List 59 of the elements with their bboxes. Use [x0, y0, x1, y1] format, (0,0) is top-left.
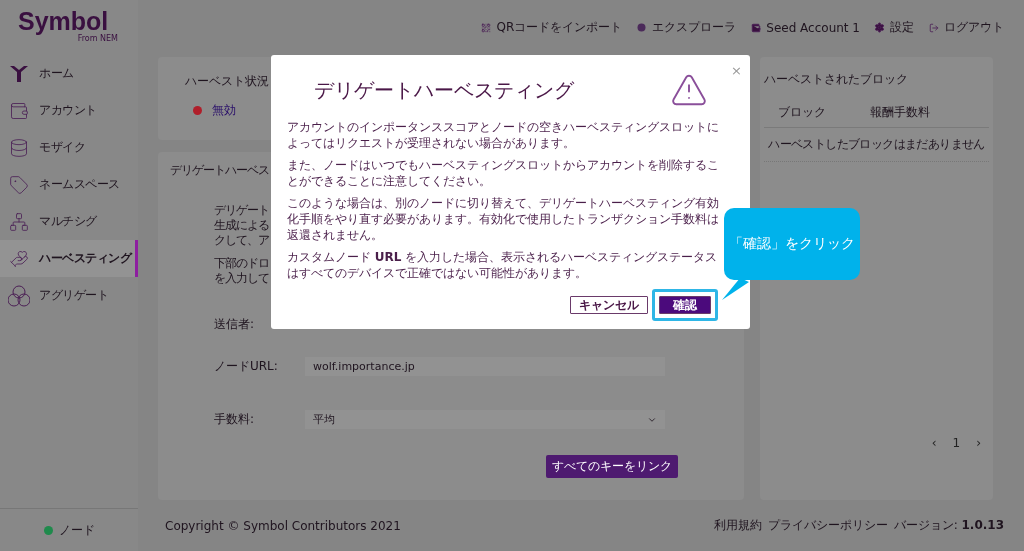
field-label: 手数料: [214, 411, 256, 428]
description-text: 下部のドロ [214, 256, 269, 271]
settings-icon [874, 22, 885, 33]
callout-pointer [720, 278, 750, 302]
qr-code-icon [480, 22, 492, 33]
copyright-text: Copyright © Symbol Contributors 2021 [165, 518, 401, 533]
sidebar-item[interactable]: アカウント [0, 92, 138, 129]
tag-icon [8, 173, 30, 196]
dialog-text: カスタムノード URL を入力した場合、表示されるハーベスティングステータスはすべてのデバイスで正確ではない可能性があります。 [287, 249, 719, 281]
confirm-button[interactable]: 確認 [659, 296, 711, 314]
logo-wordmark: Symbol [18, 8, 109, 34]
coin-stack-icon [8, 136, 30, 159]
header-link[interactable]: 設定 [874, 19, 914, 36]
dialog-text: アカウントのインポータンススコアとノードの空きハーベスティングスロットによってはリクエストが受理されない場合があります。 [287, 119, 720, 151]
field-label: ノードURL: [214, 358, 279, 375]
column-header: ブロック [778, 104, 827, 121]
close-button[interactable]: × [731, 63, 742, 78]
description-text: クして、ア [214, 233, 269, 248]
next-page-button[interactable]: › [976, 436, 981, 450]
circle-icon [636, 22, 648, 33]
header-link[interactable]: ログアウト [928, 19, 1004, 36]
sidebar-item[interactable]: ハーベスティング [0, 240, 138, 277]
card-title: ハーベストされたブロック [764, 71, 908, 88]
header-link[interactable]: QRコードをインポート [480, 19, 623, 36]
page-number[interactable]: 1 [952, 436, 961, 450]
logout-icon [928, 22, 939, 33]
footer-link[interactable]: 利用規約 [713, 517, 762, 534]
card-title: ハーベスト状況 [185, 73, 269, 90]
input-field[interactable]: wolf.importance.jp [305, 357, 665, 376]
wallet-icon [750, 22, 762, 33]
sidebar-item[interactable]: マルチシグ [0, 203, 138, 240]
version-text: バージョン: 1.0.13 [893, 517, 1004, 534]
select-field[interactable]: 平均 [305, 410, 665, 429]
sidebar-item[interactable]: ネームスペース [0, 166, 138, 203]
link-keys-button[interactable]: すべてのキーをリンク [546, 455, 678, 478]
description-text: デリゲート [214, 203, 269, 218]
cancel-button[interactable]: キャンセル [570, 296, 648, 314]
header-link[interactable]: エクスプローラ [636, 19, 737, 36]
logo-tagline: From NEM [77, 34, 118, 43]
footer-link[interactable]: プライバシーポリシー [767, 517, 888, 534]
status-text: 無効 [212, 102, 236, 119]
card-title: デリゲートハーベス [170, 162, 269, 179]
network-icon [8, 210, 30, 233]
sidebar-item[interactable]: アグリゲート [0, 277, 138, 314]
column-header: 報酬手数料 [870, 104, 931, 121]
dialog-title: デリゲートハーベスティング [314, 76, 574, 104]
sidebar-item[interactable]: ホーム [0, 55, 138, 92]
dialog-text: このような場合は、別のノードに切り替えて、デリゲートハーベスティング有効化手順をやり直す必要があります。有効化で使用したトランザクション手数料は返還されません。 [287, 195, 720, 243]
callout-bubble: 「確認」をクリック [724, 208, 860, 280]
circles-icon [8, 284, 30, 307]
dialog-text: また、ノードはいつでもハーベスティングスロットからアカウントを削除することができることに注意してください。 [287, 157, 720, 189]
node-label: ノード [58, 521, 95, 539]
description-text: を入力して [214, 271, 269, 286]
field-label: 送信者: [214, 316, 256, 333]
sidebar-item[interactable]: モザイク [0, 129, 138, 166]
previous-page-button[interactable]: ‹ [931, 436, 937, 450]
header-link[interactable]: Seed Account 1 [750, 20, 860, 35]
description-text: 生成による [214, 218, 269, 233]
empty-message: ハーベストしたブロックはまだありません [764, 128, 989, 162]
